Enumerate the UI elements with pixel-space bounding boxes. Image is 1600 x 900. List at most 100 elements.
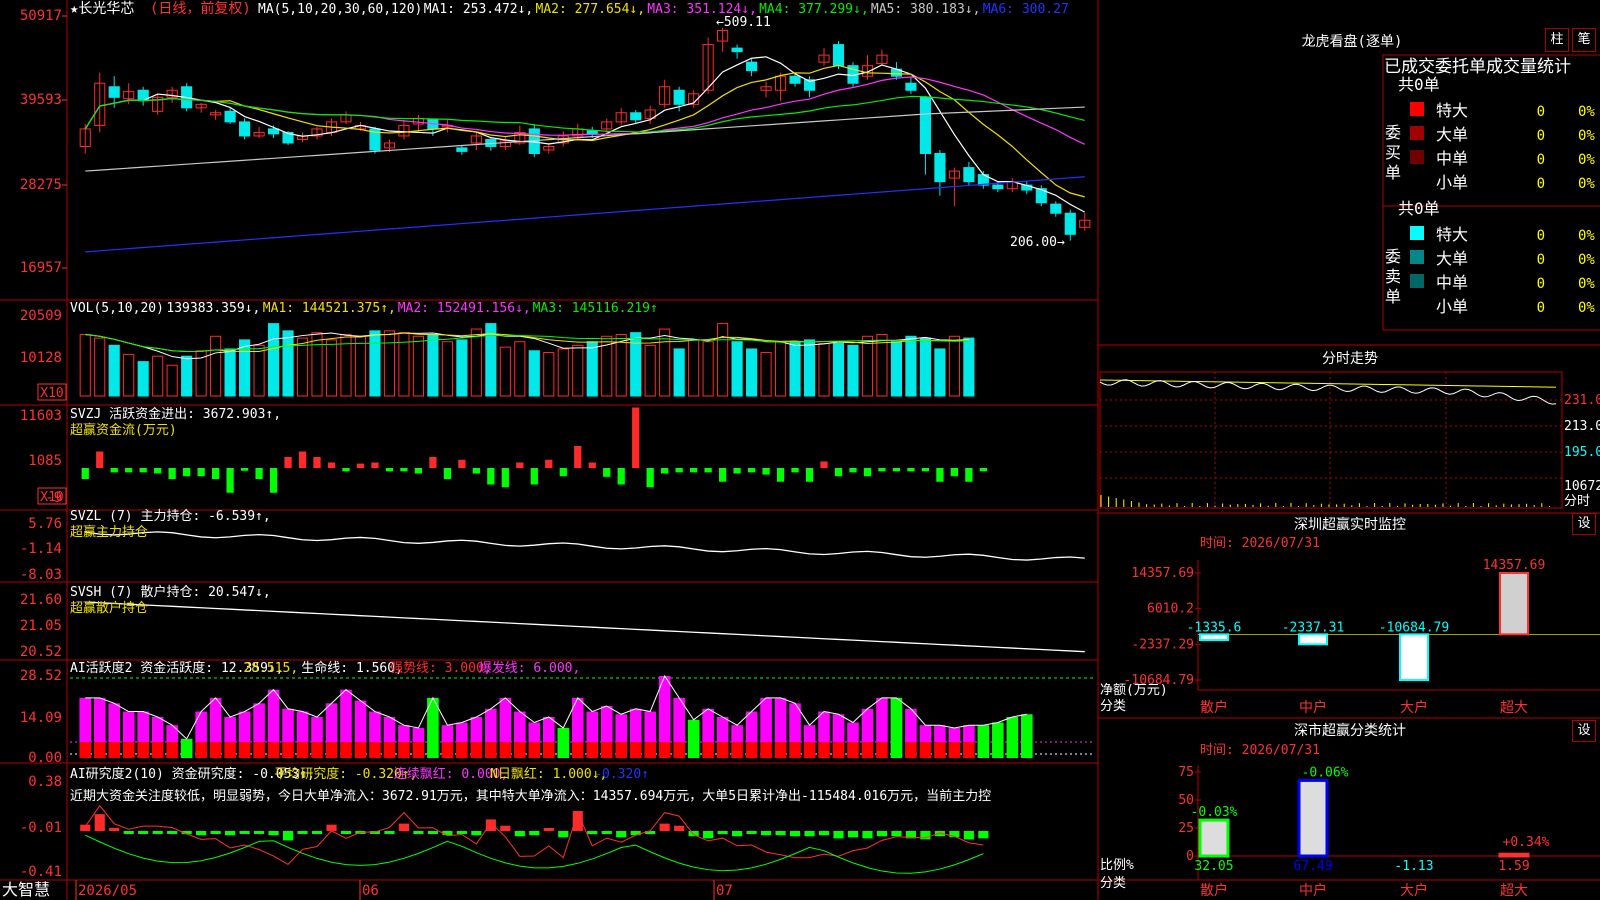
ai-axis-label-2: 0.00 (28, 750, 62, 766)
sell-row-count-0: 0 (1537, 228, 1545, 244)
chart-canvas[interactable]: ←509.11 206.00→ ★长光华芯 (日线，前复权) MA(5,10,20,3… (0, 0, 1600, 900)
ai-bar (832, 714, 845, 742)
svzj-axis-label-1: 1085 (28, 453, 62, 469)
research-bar (514, 830, 525, 837)
svzj-bar (327, 462, 336, 468)
lhb-title: 龙虎看盘(逐单) (1302, 33, 1403, 50)
sell-row-name-1: 大单 (1436, 249, 1468, 268)
ai-bar-base (151, 742, 164, 758)
svzj-bar (936, 468, 944, 482)
ai-bar (195, 711, 207, 742)
svzj-bar (197, 468, 205, 477)
candle-body (746, 61, 758, 72)
sell-row-name-0: 特大 (1436, 225, 1468, 244)
tick-mode-button[interactable]: 笔 (1572, 28, 1596, 52)
ai-legend-2: 生命线: 1.560, (301, 660, 403, 676)
ai-bar (760, 697, 772, 742)
sz-axis-label-2: -2337.29 (1131, 637, 1194, 652)
sell-label-0: 委 (1385, 247, 1401, 266)
brand-label: 大智慧 (2, 880, 50, 899)
price-high-label: ←509.11 (716, 15, 771, 30)
buy-total: 共0单 (1398, 75, 1440, 94)
research-bar (601, 830, 612, 834)
sh-monitor-settings-button[interactable]: 设 (1572, 720, 1596, 742)
svzj-bar (400, 468, 408, 472)
sh-bar-3 (1498, 852, 1530, 858)
sh-cat-label-2: 大户 (1400, 882, 1428, 899)
svsh-axis-label-0: 21.60 (20, 592, 62, 608)
ai-bar (456, 722, 468, 742)
research-bar (297, 830, 308, 834)
svzj-bar (211, 468, 220, 479)
ai-bar-base (571, 742, 584, 758)
buy-row-count-1: 0 (1537, 128, 1545, 144)
svsh-pane[interactable] (85, 601, 1085, 653)
sz-axis-label-0: 14357.69 (1131, 566, 1194, 581)
ai-bar (1021, 714, 1033, 758)
sh-bar-0 (1198, 818, 1230, 858)
volume-bar (919, 337, 931, 397)
volume-bar (760, 352, 772, 397)
svzj-bar (414, 468, 423, 474)
svzj-bar (516, 462, 524, 468)
candle-body (992, 184, 1004, 190)
research-bar (340, 830, 352, 834)
sell-row-pct-0: 0% (1578, 228, 1595, 244)
svzj-bar (704, 468, 712, 473)
ai-bar (600, 706, 613, 742)
ai-bar-base (499, 742, 512, 758)
svzj-bar (385, 468, 394, 472)
price-pane[interactable]: ←509.11 206.00→ (79, 15, 1091, 253)
sh-monitor-time: 时间: 2026/07/31 (1200, 743, 1320, 758)
sz-monitor-title: 深圳超赢实时监控 (1294, 516, 1406, 533)
ai-bar (137, 711, 149, 742)
sell-row-count-2: 0 (1537, 276, 1545, 292)
ai-bar (934, 725, 946, 742)
svzj-bar (96, 451, 104, 468)
candle-body (267, 128, 280, 135)
buy-row-name-3: 小单 (1436, 173, 1468, 192)
sell-swatch-3 (1410, 298, 1424, 312)
ai-bar-base (122, 742, 135, 758)
research-pane[interactable] (80, 804, 989, 874)
volume-bar (354, 335, 367, 397)
sh-y-unit: 比例% (1100, 858, 1134, 873)
svsh-line (85, 601, 1085, 653)
sell-row-count-1: 0 (1537, 252, 1545, 268)
svzj-bar (487, 468, 495, 485)
ai-bar (731, 725, 743, 742)
bar-mode-button[interactable]: 柱 (1545, 28, 1569, 52)
ai-bar-base (658, 742, 671, 758)
research-bar (282, 830, 294, 841)
volume-bar (803, 339, 816, 397)
ma-legend-0: MA(5,10,20,30,60,120) (258, 2, 422, 17)
ai-bar (369, 711, 381, 742)
ai-axis-label-0: 28.52 (20, 668, 62, 684)
ai-bar (557, 727, 570, 758)
ai-bar (948, 727, 961, 742)
research-bar (254, 830, 265, 834)
sz-monitor-settings-button[interactable]: 设 (1572, 513, 1596, 535)
candle-body (731, 47, 743, 53)
ai-bar (963, 725, 975, 742)
svzj-bar (443, 468, 452, 479)
svzl-pane[interactable] (85, 531, 1085, 561)
research-bar (471, 830, 482, 836)
sell-swatch-1 (1410, 250, 1424, 264)
sh-bar-change-0: -0.03% (1191, 805, 1238, 820)
sh-bar-value-3: 1.59 (1498, 859, 1529, 874)
volume-bar (963, 337, 975, 397)
vol-pane[interactable] (79, 323, 975, 397)
ai-bar-base (702, 742, 714, 758)
sh-cat-label-0: 散户 (1200, 882, 1228, 899)
ma-legend-3: MA3: 351.124↓, (647, 2, 757, 17)
vol-legend-1: 139383.359↓, (166, 301, 260, 316)
ai-pane[interactable] (70, 674, 1095, 758)
ai-bar-base (514, 742, 526, 758)
svzj-legend: SVZJ 活跃资金进出: 3672.903↑, (70, 406, 281, 422)
buy-swatch-0 (1410, 102, 1424, 116)
sz-cat-label-1: 中户 (1299, 699, 1327, 716)
svzj-bar (226, 468, 234, 493)
ai-bar (702, 708, 714, 742)
ai-bar-base (398, 742, 410, 758)
